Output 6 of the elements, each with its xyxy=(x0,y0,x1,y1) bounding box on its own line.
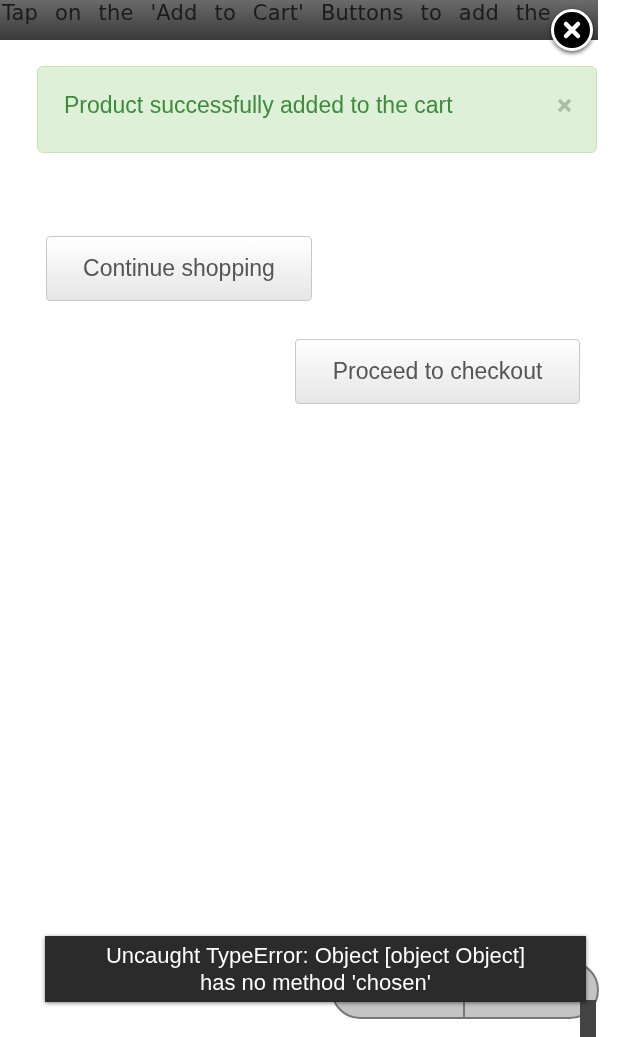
close-icon xyxy=(562,20,582,40)
toast-message: Uncaught TypeError: Object [object Object] has no method 'chosen' xyxy=(105,942,526,996)
alert-message: Product successfully added to the cart xyxy=(64,92,453,119)
checkout-button[interactable]: Proceed to checkout xyxy=(295,339,580,404)
continue-shopping-button[interactable]: Continue shopping xyxy=(46,236,312,301)
header-text: Tap on the 'Add to Cart' Buttons to add the xyxy=(1,0,552,26)
